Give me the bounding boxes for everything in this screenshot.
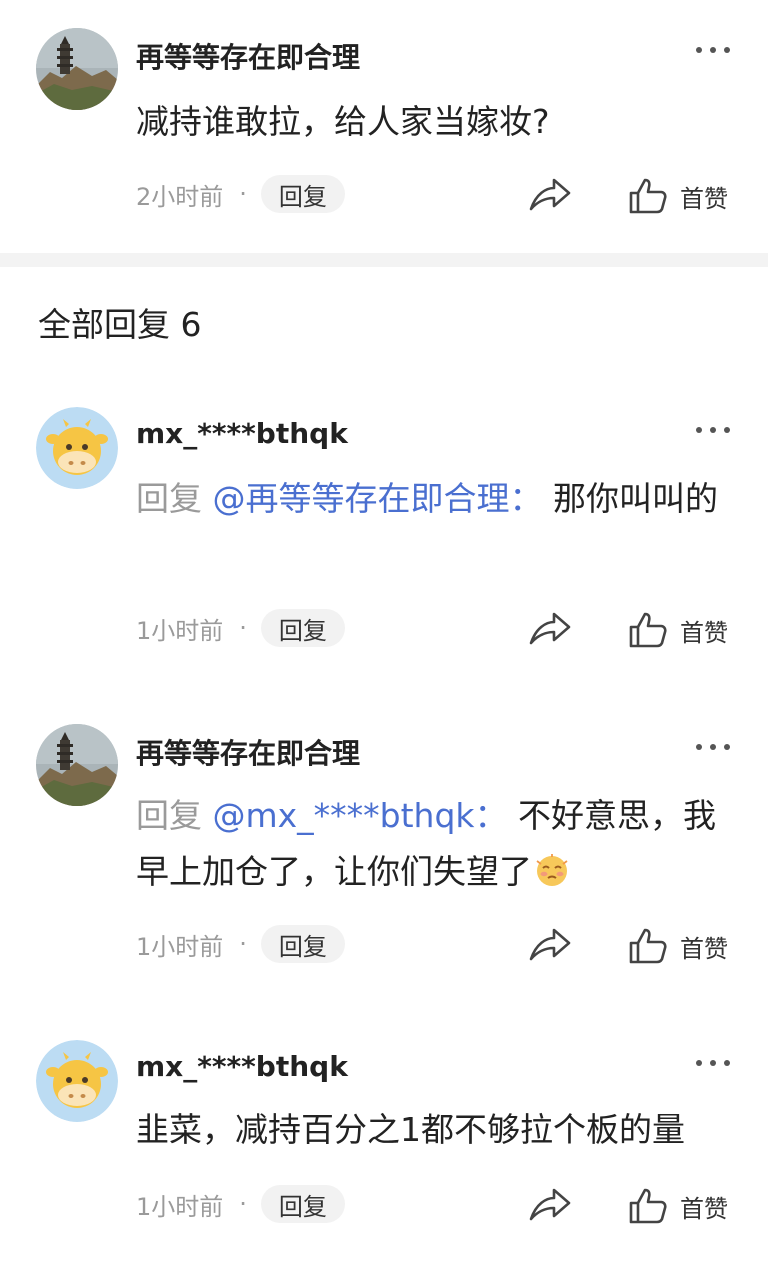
more-dots-icon[interactable] (696, 45, 730, 55)
reply-button[interactable]: 回复 (260, 1185, 345, 1223)
mention-link[interactable]: @mx_****bthqk： (213, 796, 508, 835)
reply-prefix: 回复 (136, 796, 213, 835)
username[interactable]: 再等等存在即合理 (136, 36, 360, 76)
timestamp: 1小时前 (136, 932, 224, 961)
like-label: 首赞 (680, 184, 728, 213)
more-dots-icon[interactable] (696, 742, 730, 752)
like-label: 首赞 (680, 1194, 728, 1223)
like-button[interactable]: 首赞 (628, 1186, 728, 1226)
comment-text-content: 那你叫叫的 (542, 479, 718, 518)
replies-header: 全部回复 6 (38, 305, 202, 344)
thumbs-up-icon (629, 1188, 667, 1224)
thumbs-up-icon (629, 612, 667, 648)
username[interactable]: mx_****bthqk (136, 417, 348, 450)
like-button[interactable]: 首赞 (628, 926, 728, 966)
timestamp: 2小时前 (136, 182, 224, 211)
like-button[interactable]: 首赞 (628, 610, 728, 650)
share-arrow-icon[interactable] (528, 924, 572, 964)
comment-text: 回复 @mx_****bthqk： 不好意思，我早上加仓了，让你们失望了 (136, 788, 736, 906)
cow-cartoon-avatar-icon (36, 1040, 118, 1122)
embarrassed-face-emoji-icon (534, 850, 570, 906)
comment-text-content: 减持谁敢拉，给人家当嫁妆? (136, 102, 550, 141)
separator-dot: · (239, 180, 247, 208)
comment-meta: 1小时前 · 回复 (136, 924, 345, 964)
comment-meta: 2小时前 · 回复 (136, 174, 345, 214)
reply-item: 再等等存在即合理 回复 @mx_****bthqk： 不好意思，我早上加仓了，让… (0, 722, 768, 982)
tower-landscape-avatar-icon (36, 28, 118, 110)
separator-dot: · (239, 614, 247, 642)
main-comment: 再等等存在即合理 减持谁敢拉，给人家当嫁妆? 2小时前 · 回复 首赞 (0, 0, 768, 253)
cow-cartoon-avatar-icon (36, 407, 118, 489)
more-dots-icon[interactable] (696, 425, 730, 435)
share-arrow-icon[interactable] (528, 1184, 572, 1224)
reply-item: mx_****bthqk 回复 @再等等存在即合理： 那你叫叫的 1小时前 · … (0, 405, 768, 665)
comment-meta: 1小时前 · 回复 (136, 608, 345, 648)
mention-link[interactable]: @再等等存在即合理： (213, 479, 543, 518)
comment-meta: 1小时前 · 回复 (136, 1184, 345, 1224)
comment-text-content: 韭菜，减持百分之1都不够拉个板的量 (136, 1110, 685, 1149)
reply-button[interactable]: 回复 (260, 609, 345, 647)
avatar[interactable] (36, 28, 118, 110)
thumbs-up-icon (629, 928, 667, 964)
share-arrow-icon[interactable] (528, 174, 572, 214)
like-button[interactable]: 首赞 (628, 176, 728, 216)
avatar[interactable] (36, 407, 118, 489)
comment-text: 减持谁敢拉，给人家当嫁妆? (136, 94, 736, 150)
like-label: 首赞 (680, 934, 728, 963)
reply-item: mx_****bthqk 韭菜，减持百分之1都不够拉个板的量 1小时前 · 回复… (0, 1038, 768, 1238)
section-divider (0, 253, 768, 267)
separator-dot: · (239, 930, 247, 958)
timestamp: 1小时前 (136, 1192, 224, 1221)
thumbs-up-icon (629, 178, 667, 214)
avatar[interactable] (36, 1040, 118, 1122)
like-label: 首赞 (680, 618, 728, 647)
timestamp: 1小时前 (136, 616, 224, 645)
reply-button[interactable]: 回复 (260, 925, 345, 963)
avatar[interactable] (36, 724, 118, 806)
reply-button[interactable]: 回复 (260, 175, 345, 213)
username[interactable]: mx_****bthqk (136, 1050, 348, 1083)
comment-text: 韭菜，减持百分之1都不够拉个板的量 (136, 1102, 736, 1158)
separator-dot: · (239, 1190, 247, 1218)
comment-text: 回复 @再等等存在即合理： 那你叫叫的 (136, 471, 736, 527)
share-arrow-icon[interactable] (528, 608, 572, 648)
tower-landscape-avatar-icon (36, 724, 118, 806)
more-dots-icon[interactable] (696, 1058, 730, 1068)
username[interactable]: 再等等存在即合理 (136, 732, 360, 772)
reply-prefix: 回复 (136, 479, 213, 518)
